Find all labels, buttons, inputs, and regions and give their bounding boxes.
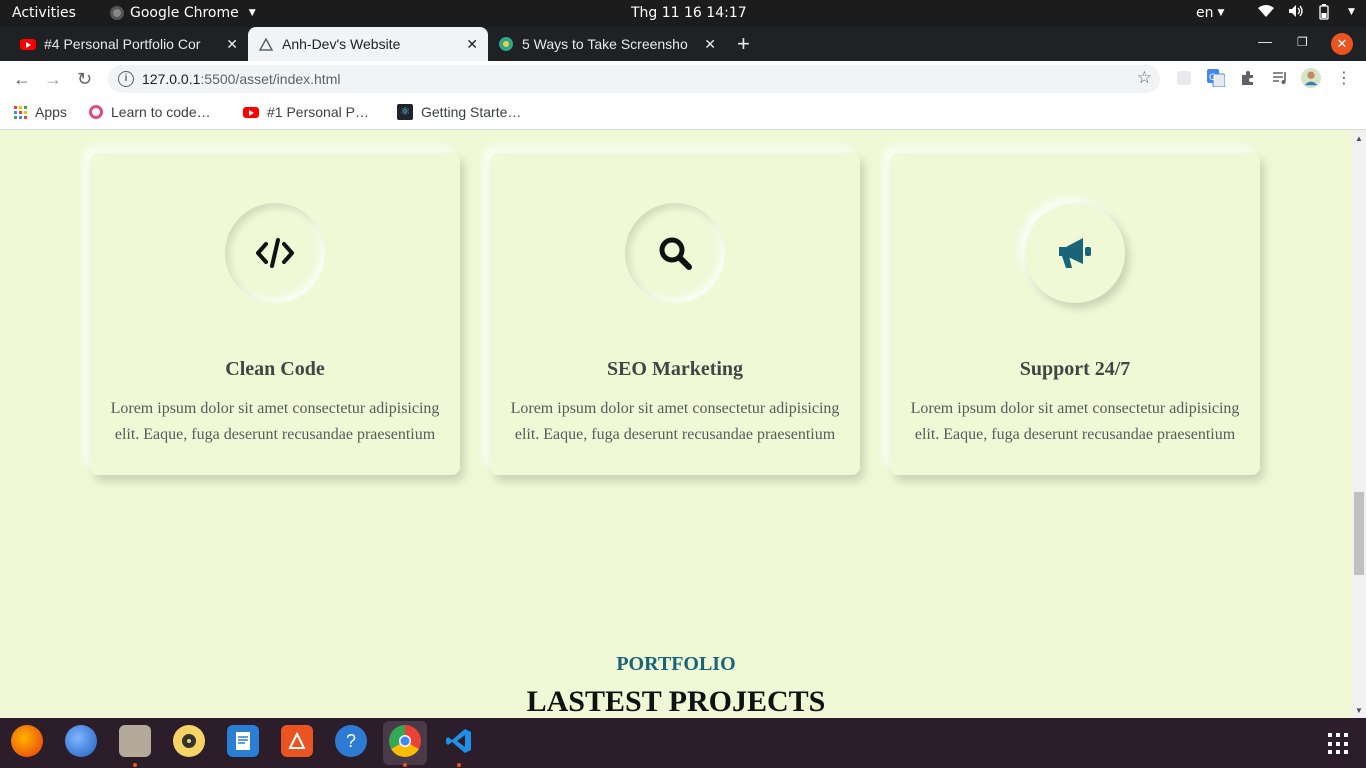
portfolio-label: PORTFOLIO [616, 653, 736, 675]
app-name: Google Chrome [130, 5, 239, 21]
service-title: Clean Code [225, 358, 325, 380]
triangle-icon [258, 36, 274, 52]
system-menu[interactable]: ▼ [1258, 4, 1355, 24]
caret-down-icon: ▼ [1348, 7, 1355, 17]
forward-button[interactable]: → [44, 69, 62, 90]
clock[interactable]: Thg 11 16 14:17 [631, 5, 747, 21]
url-host: 127.0.0.1 [142, 71, 201, 87]
svg-text:G: G [1209, 73, 1216, 83]
icon-circle [1025, 203, 1125, 303]
service-description: Lorem ipsum dolor sit amet consectetur a… [510, 400, 840, 443]
service-title: SEO Marketing [606, 358, 744, 380]
tab-strip: #4 Personal Portfolio Cor ✕ Anh-Dev's We… [0, 27, 1366, 61]
running-indicator [403, 763, 407, 767]
tab-portfolio-video[interactable]: #4 Personal Portfolio Cor ✕ [10, 27, 248, 61]
extension-icon[interactable] [1174, 68, 1194, 88]
close-tab-icon[interactable]: ✕ [704, 36, 716, 53]
show-apps-icon[interactable] [1328, 733, 1350, 755]
code-icon [256, 238, 294, 268]
language-label: en [1196, 5, 1214, 21]
portfolio-title: LASTEST PROJECTS [526, 685, 826, 718]
bookmark-star-icon[interactable]: ☆ [1137, 68, 1152, 88]
page-scrollbar[interactable]: ▲ ▼ [1352, 131, 1366, 718]
gear-favicon-icon [498, 36, 514, 52]
wifi-icon [1258, 4, 1274, 24]
scroll-down-icon[interactable]: ▼ [1355, 706, 1363, 715]
new-tab-button[interactable]: + [737, 31, 750, 57]
service-title: Support 24/7 [1019, 358, 1131, 380]
bookmark-personal-portfolio[interactable]: #1 Personal P… [243, 104, 369, 120]
back-button[interactable]: ← [13, 69, 31, 90]
caret-down-icon: ▼ [248, 8, 256, 18]
help-icon[interactable]: ? [335, 725, 367, 757]
close-tab-icon[interactable]: ✕ [466, 36, 478, 53]
youtube-icon [243, 106, 259, 118]
rhythmbox-icon[interactable] [173, 725, 205, 757]
url-path: :5500/asset/index.html [200, 71, 341, 87]
running-indicator [457, 763, 461, 767]
freecodecamp-icon [89, 105, 103, 119]
bookmark-label: Learn to code… [111, 104, 211, 120]
media-control-icon[interactable] [1270, 68, 1290, 88]
site-info-icon[interactable]: i [118, 71, 134, 87]
tab-anh-dev-website[interactable]: Anh-Dev's Website ✕ [248, 27, 488, 61]
thunderbird-icon[interactable] [65, 725, 97, 757]
bookmark-getting-started[interactable]: ⚛ Getting Starte… [397, 104, 521, 120]
language-selector[interactable]: en ▼ [1196, 5, 1224, 21]
battery-icon [1318, 4, 1330, 24]
bookmark-label: Apps [35, 104, 67, 120]
writer-icon[interactable] [227, 725, 259, 757]
running-indicator [133, 763, 137, 767]
service-card-seo-marketing: SEO Marketing Lorem ipsum dolor sit amet… [490, 153, 860, 475]
scroll-up-icon[interactable]: ▲ [1355, 134, 1363, 143]
reload-button[interactable]: ↻ [77, 69, 92, 90]
react-icon: ⚛ [397, 104, 413, 120]
chrome-small-icon [110, 6, 124, 20]
bookmark-apps[interactable]: Apps [14, 104, 67, 120]
address-bar[interactable]: i 127.0.0.1:5500/asset/index.html ☆ [108, 65, 1160, 93]
megaphone-icon [1059, 238, 1091, 268]
tab-title: #4 Personal Portfolio Cor [44, 36, 201, 52]
extensions-puzzle-icon[interactable] [1238, 68, 1258, 88]
bookmark-label: Getting Starte… [421, 104, 522, 120]
software-icon[interactable] [281, 725, 313, 757]
system-top-bar: Activities Google Chrome ▼ Thg 11 16 14:… [0, 0, 1366, 27]
caret-down-icon: ▼ [1217, 8, 1225, 18]
apps-grid-icon [14, 105, 27, 119]
firefox-icon[interactable] [11, 725, 43, 757]
activities-button[interactable]: Activities [12, 5, 76, 21]
bookmarks-bar: Apps Learn to code… #1 Personal P… ⚛ Get… [0, 97, 1366, 130]
bookmark-freecodecamp[interactable]: Learn to code… [89, 104, 211, 120]
icon-circle [225, 203, 325, 303]
app-menu[interactable]: Google Chrome ▼ [110, 5, 256, 21]
icon-circle [625, 203, 725, 303]
scrollbar-thumb[interactable] [1354, 492, 1364, 575]
search-icon [659, 237, 692, 270]
bookmark-label: #1 Personal P… [267, 104, 369, 120]
service-card-support: Support 24/7 Lorem ipsum dolor sit amet … [890, 153, 1260, 475]
browser-toolbar: ← → ↻ i 127.0.0.1:5500/asset/index.html … [0, 61, 1366, 97]
vscode-icon[interactable] [443, 725, 475, 757]
tab-title: 5 Ways to Take Screensho [522, 36, 688, 52]
files-icon[interactable] [119, 725, 151, 757]
profile-avatar[interactable] [1301, 68, 1321, 88]
tab-screenshot-article[interactable]: 5 Ways to Take Screensho ✕ [488, 27, 726, 61]
youtube-icon [20, 36, 36, 52]
google-translate-icon[interactable]: G [1206, 68, 1226, 88]
service-description: Lorem ipsum dolor sit amet consectetur a… [910, 400, 1240, 443]
service-card-clean-code: Clean Code Lorem ipsum dolor sit amet co… [90, 153, 460, 475]
restore-button[interactable]: ❐ [1297, 35, 1308, 49]
chrome-icon[interactable] [389, 725, 421, 757]
page-viewport: Clean Code Lorem ipsum dolor sit amet co… [0, 131, 1352, 718]
window-close-button[interactable]: ✕ [1331, 33, 1353, 55]
minimize-button[interactable]: — [1258, 33, 1272, 49]
chrome-menu-icon[interactable]: ⋮ [1334, 68, 1354, 88]
close-tab-icon[interactable]: ✕ [226, 36, 238, 53]
volume-icon [1288, 4, 1304, 24]
ubuntu-dock: ? [0, 718, 1366, 768]
tab-title: Anh-Dev's Website [282, 36, 401, 52]
service-description: Lorem ipsum dolor sit amet consectetur a… [110, 400, 440, 443]
